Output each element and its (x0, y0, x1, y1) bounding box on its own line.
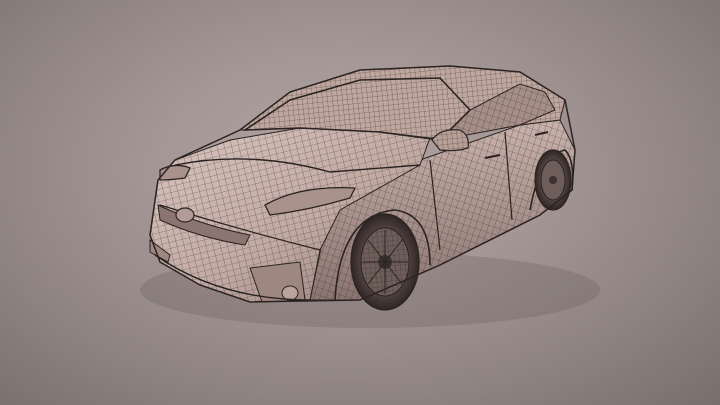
brand-emblem (175, 207, 195, 223)
front-wheel (350, 213, 420, 311)
rear-wheel (534, 149, 572, 211)
3d-viewport[interactable] (0, 0, 720, 405)
car-model-render[interactable] (0, 0, 720, 405)
